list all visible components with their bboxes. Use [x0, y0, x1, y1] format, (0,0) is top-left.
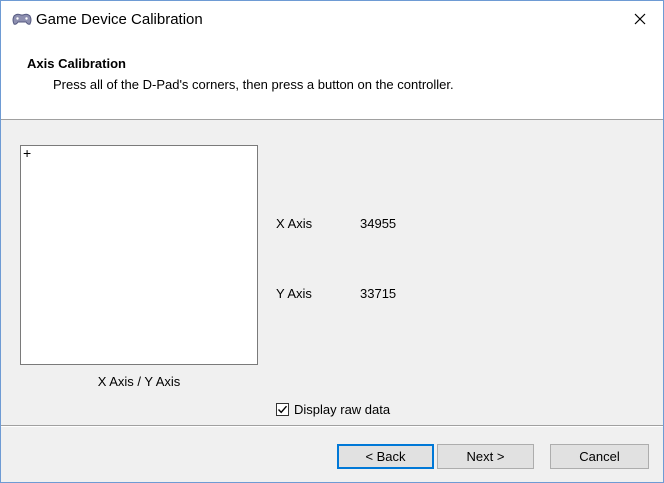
x-axis-value: 34955: [360, 216, 397, 231]
page-instructions: Press all of the D-Pad's corners, then p…: [53, 77, 454, 92]
x-axis-label: X Axis: [276, 216, 313, 231]
display-raw-data-label: Display raw data: [294, 402, 391, 417]
next-button[interactable]: Next >: [437, 444, 534, 469]
close-icon: [634, 13, 646, 28]
calibration-window: Game Device Calibration Axis Calibration…: [0, 0, 664, 483]
window-title: Game Device Calibration: [36, 11, 203, 28]
display-raw-data-checkbox[interactable]: [276, 403, 289, 416]
page-title: Axis Calibration: [27, 56, 126, 71]
crosshair-marker: +: [23, 145, 32, 161]
footer-divider: [1, 425, 663, 427]
back-button[interactable]: < Back: [337, 444, 434, 469]
display-raw-data-option[interactable]: Display raw data: [276, 402, 390, 417]
axis-plot-box: +: [20, 145, 258, 365]
axis-plot-label: X Axis / Y Axis: [97, 374, 181, 389]
checkmark-icon: [277, 405, 288, 414]
y-axis-value: 33715: [360, 286, 397, 301]
y-axis-label: Y Axis: [276, 286, 312, 301]
close-button[interactable]: [617, 1, 663, 39]
gamepad-icon: [11, 11, 33, 29]
header-panel: Axis Calibration Press all of the D-Pad'…: [1, 39, 663, 120]
title-bar: Game Device Calibration: [1, 1, 663, 39]
cancel-button[interactable]: Cancel: [550, 444, 649, 469]
